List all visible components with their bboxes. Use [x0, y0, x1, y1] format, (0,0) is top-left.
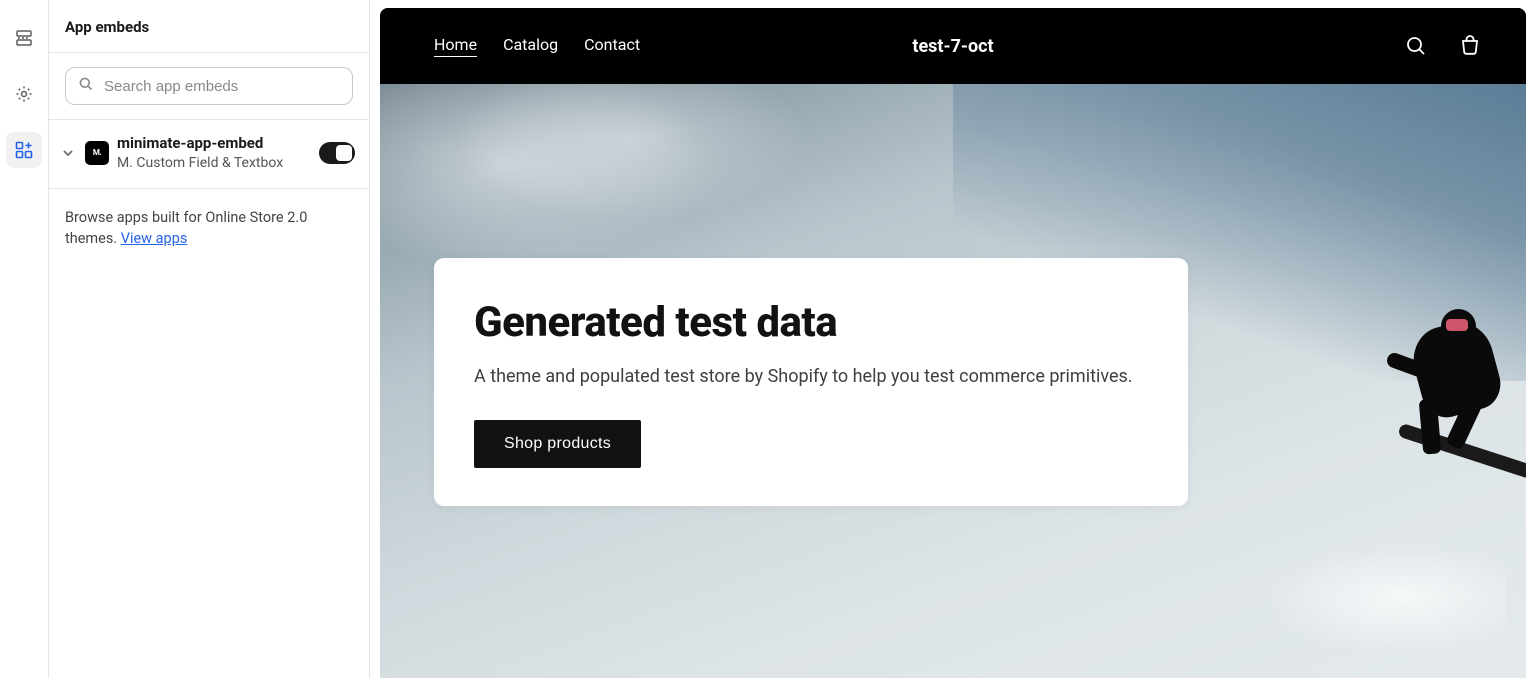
app-badge: M. — [85, 141, 109, 165]
hero-title: Generated test data — [474, 298, 1148, 347]
search-input[interactable] — [104, 78, 340, 95]
hero-description: A theme and populated test store by Shop… — [474, 363, 1148, 390]
nav-catalog[interactable]: Catalog — [503, 35, 558, 57]
search-wrap — [49, 53, 369, 120]
rail-sections-icon[interactable] — [6, 20, 42, 56]
nav-contact[interactable]: Contact — [584, 35, 640, 57]
snowboarder-graphic — [1346, 314, 1526, 494]
rail-settings-icon[interactable] — [6, 76, 42, 112]
browse-text: Browse apps built for Online Store 2.0 t… — [49, 189, 369, 269]
search-box[interactable] — [65, 67, 353, 105]
nav-home[interactable]: Home — [434, 35, 477, 57]
embed-name: minimate-app-embed — [117, 134, 311, 154]
sidebar-title: App embeds — [65, 18, 353, 36]
sidebar: App embeds M. minimate-app-embed M. Cust… — [48, 0, 370, 678]
view-apps-link[interactable]: View apps — [121, 230, 188, 247]
store-title: test-7-oct — [912, 36, 993, 57]
icon-rail — [0, 0, 48, 678]
preview-area: Home Catalog Contact test-7-oct — [370, 0, 1536, 678]
preview-frame: Home Catalog Contact test-7-oct — [380, 8, 1526, 678]
search-icon — [78, 76, 94, 96]
store-search-icon[interactable] — [1404, 34, 1428, 58]
shop-products-button[interactable]: Shop products — [474, 420, 641, 468]
store-nav: Home Catalog Contact — [434, 35, 640, 57]
embed-toggle[interactable] — [319, 142, 355, 164]
chevron-down-icon[interactable] — [59, 147, 77, 159]
toggle-knob — [336, 145, 352, 161]
sidebar-header: App embeds — [49, 0, 369, 53]
hero-image: Generated test data A theme and populate… — [380, 84, 1526, 678]
hero-card: Generated test data A theme and populate… — [434, 258, 1188, 506]
cart-icon[interactable] — [1458, 34, 1482, 58]
store-actions — [1404, 34, 1482, 58]
store-header: Home Catalog Contact test-7-oct — [380, 8, 1526, 84]
embed-text: minimate-app-embed M. Custom Field & Tex… — [117, 134, 311, 172]
embed-row: M. minimate-app-embed M. Custom Field & … — [49, 120, 369, 189]
rail-app-embeds-icon[interactable] — [6, 132, 42, 168]
embed-subtitle: M. Custom Field & Textbox — [117, 154, 311, 172]
